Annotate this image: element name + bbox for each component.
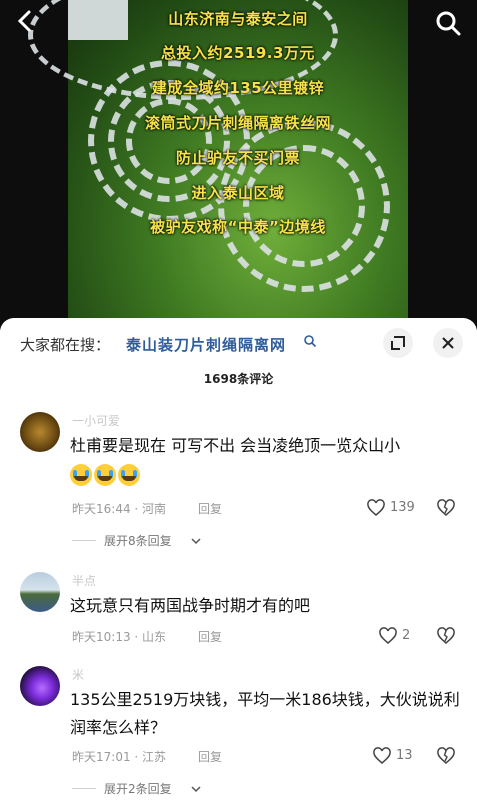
broken-heart-icon[interactable] xyxy=(436,626,456,646)
expand-replies-button[interactable]: 展开2条回复 xyxy=(104,780,172,797)
expand-button[interactable] xyxy=(383,328,413,358)
comment-meta: 昨天16:44 · 河南 xyxy=(72,502,167,516)
divider xyxy=(72,788,96,789)
avatar[interactable] xyxy=(20,666,60,706)
crying-emoji-icon xyxy=(70,463,92,486)
heart-icon[interactable] xyxy=(366,498,386,518)
video-caption-6: 进入泰山区域 xyxy=(191,184,285,202)
comment-count: 1698条评论 xyxy=(203,372,274,386)
comment-meta: 昨天17:01 · 江苏 xyxy=(72,750,167,764)
crying-emoji-icon xyxy=(94,463,116,486)
video-caption-5: 防止驴友不买门票 xyxy=(175,149,300,167)
video-caption-4: 滚筒式刀片刺绳隔离铁丝网 xyxy=(144,114,331,132)
avatar[interactable] xyxy=(20,572,60,612)
comment-text-body: 杜甫要是现在 可写不出 会当凌绝顶一览众山小 xyxy=(70,436,401,455)
broken-heart-icon[interactable] xyxy=(436,746,456,766)
comment-text: 这玩意只有两国战争时期才有的吧 xyxy=(70,596,311,615)
expand-icon xyxy=(391,336,405,350)
search-suggestion-link[interactable]: 泰山装刀片刺绳隔离网 xyxy=(126,334,286,355)
comment-meta: 昨天10:13 · 山东 xyxy=(72,630,167,644)
comment-text: 135公里2519万块钱，平均一米186块钱，大伙说说利润率怎么样？ xyxy=(70,690,460,737)
avatar[interactable] xyxy=(20,412,60,452)
comment-username[interactable]: 米 xyxy=(72,666,84,683)
heart-icon[interactable] xyxy=(378,626,398,646)
close-icon xyxy=(442,337,454,349)
close-button[interactable] xyxy=(433,328,463,358)
like-count: 139 xyxy=(390,500,415,515)
back-icon[interactable] xyxy=(10,6,40,36)
like-count: 2 xyxy=(402,628,411,643)
comments-sheet: 大家都在搜： 泰山装刀片刺绳隔离网 1698条评论 一小可爱 杜甫要是现在 可写… xyxy=(0,318,477,800)
search-icon[interactable] xyxy=(433,8,463,38)
video-caption-2: 总投入约2519.3万元 xyxy=(161,44,315,62)
like-count: 13 xyxy=(396,748,413,763)
video-player[interactable]: 山东济南与泰安之间 总投入约2519.3万元 建成全域约135公里镀锌 滚筒式刀… xyxy=(0,0,477,330)
broken-heart-icon[interactable] xyxy=(436,498,456,518)
video-caption-3: 建成全域约135公里镀锌 xyxy=(151,79,325,97)
search-small-icon xyxy=(304,335,317,348)
video-caption-7: 被驴友戏称“中泰”边境线 xyxy=(150,218,326,236)
heart-icon[interactable] xyxy=(372,746,392,766)
comment-text: 杜甫要是现在 可写不出 会当凌绝顶一览众山小 xyxy=(70,432,460,488)
search-prefix-label: 大家都在搜： xyxy=(20,336,111,354)
divider xyxy=(72,540,96,541)
reply-button[interactable]: 回复 xyxy=(198,500,222,517)
chevron-down-icon[interactable] xyxy=(190,535,202,547)
crying-emoji-icon xyxy=(118,463,140,486)
video-caption-1: 山东济南与泰安之间 xyxy=(168,10,308,28)
chevron-down-icon[interactable] xyxy=(190,783,202,795)
expand-replies-button[interactable]: 展开8条回复 xyxy=(104,532,172,549)
reply-button[interactable]: 回复 xyxy=(198,628,222,645)
reply-button[interactable]: 回复 xyxy=(198,748,222,765)
comment-username[interactable]: 一小可爱 xyxy=(72,412,120,429)
comment-username[interactable]: 半点 xyxy=(72,572,96,589)
